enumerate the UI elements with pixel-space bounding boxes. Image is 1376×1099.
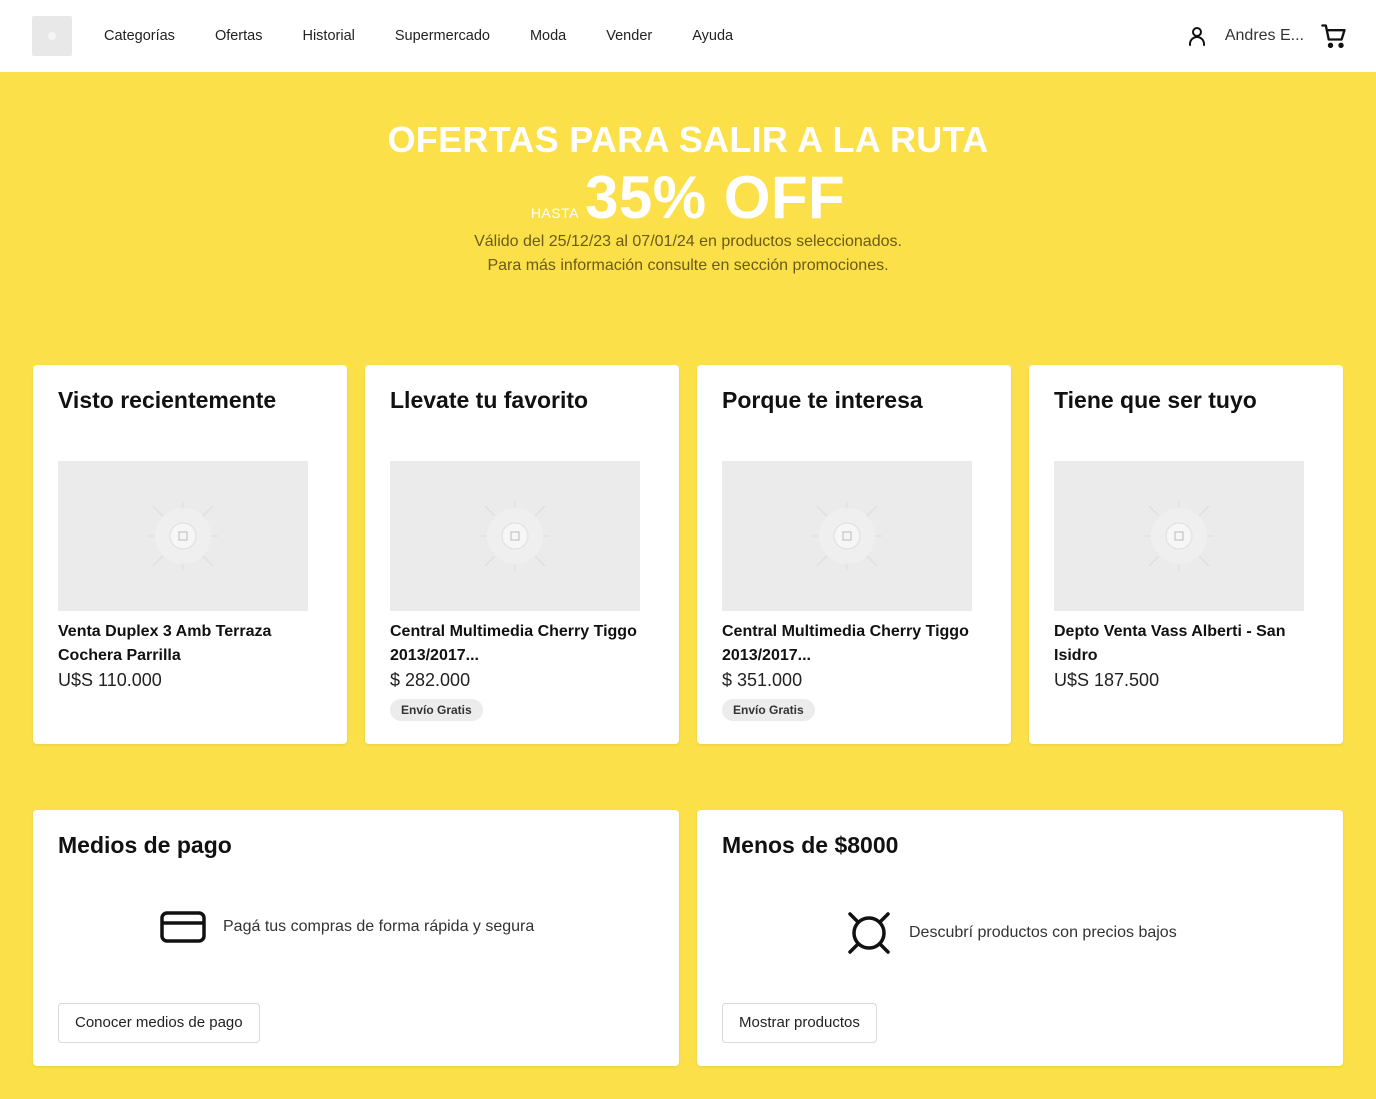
promo-info: Para más información consulte en sección… xyxy=(487,257,889,274)
product-image[interactable] xyxy=(390,461,640,611)
product-price: $ 351.000 xyxy=(722,670,803,690)
payment-methods-card: Medios de pago Pagá tus compras de forma… xyxy=(33,810,679,1066)
product-image[interactable] xyxy=(722,461,972,611)
nav-ofertas[interactable]: Ofertas xyxy=(215,28,263,44)
user-area: Andres E... xyxy=(1185,0,1348,72)
card-title: Visto recientemente xyxy=(58,387,277,413)
product-name[interactable]: Venta Duplex 3 Amb Terraza Cochera Parri… xyxy=(58,620,328,668)
currency-icon xyxy=(848,912,890,954)
card-title: Tiene que ser tuyo xyxy=(1054,387,1257,413)
card-title: Porque te interesa xyxy=(722,387,923,413)
user-icon[interactable] xyxy=(1185,24,1209,48)
promo-validity: Válido del 25/12/23 al 07/01/24 en produ… xyxy=(474,233,902,250)
image-placeholder-icon xyxy=(1144,501,1214,571)
product-image[interactable] xyxy=(1054,461,1304,611)
payment-methods-button[interactable]: Conocer medios de pago xyxy=(58,1003,260,1043)
cheap-feature: Descubrí productos con precios bajos xyxy=(846,910,1177,956)
nav-supermercado[interactable]: Supermercado xyxy=(395,28,490,44)
card-title: Menos de $8000 xyxy=(722,832,899,858)
image-placeholder-icon xyxy=(480,501,550,571)
free-shipping-badge: Envío Gratis xyxy=(390,699,483,721)
free-shipping-badge: Envío Gratis xyxy=(722,699,815,721)
card-interest[interactable]: Porque te interesa Central Multimedia Ch… xyxy=(697,365,1011,744)
logo-placeholder[interactable] xyxy=(32,16,72,56)
product-name[interactable]: Central Multimedia Cherry Tiggo 2013/201… xyxy=(722,620,992,668)
top-navbar: Categorías Ofertas Historial Supermercad… xyxy=(0,0,1376,72)
promo-until: HASTA xyxy=(530,205,579,221)
product-image[interactable] xyxy=(58,461,308,611)
cheap-text: Descubrí productos con precios bajos xyxy=(909,924,1177,941)
image-placeholder-icon xyxy=(812,501,882,571)
nav-vender[interactable]: Vender xyxy=(606,28,652,44)
user-name[interactable]: Andres E... xyxy=(1225,27,1304,45)
credit-card-icon xyxy=(160,911,206,943)
card-recently-viewed[interactable]: Visto recientemente Venta Duplex 3 Amb T… xyxy=(33,365,347,744)
promo-discount: HASTA 35% OFF xyxy=(0,166,1376,230)
image-placeholder-icon xyxy=(148,501,218,571)
payment-feature: Pagá tus compras de forma rápida y segur… xyxy=(160,910,534,944)
cheap-products-card: Menos de $8000 Descubrí productos con pr… xyxy=(697,810,1343,1066)
nav-categorias[interactable]: Categorías xyxy=(104,28,175,44)
product-name[interactable]: Depto Venta Vass Alberti - San Isidro xyxy=(1054,620,1324,668)
card-title: Llevate tu favorito xyxy=(390,387,589,413)
logo-dot xyxy=(48,32,56,40)
main-nav: Categorías Ofertas Historial Supermercad… xyxy=(104,0,733,72)
product-price: U$S 187.500 xyxy=(1054,670,1160,690)
promo-title: OFERTAS PARA SALIR A LA RUTA xyxy=(387,119,989,160)
card-favorite[interactable]: Llevate tu favorito Central Multimedia C… xyxy=(365,365,679,744)
cart-icon[interactable] xyxy=(1320,22,1348,50)
nav-historial[interactable]: Historial xyxy=(302,28,354,44)
card-title: Medios de pago xyxy=(58,832,232,858)
payment-text: Pagá tus compras de forma rápida y segur… xyxy=(223,918,535,935)
product-price: U$S 110.000 xyxy=(58,670,162,690)
promo-banner: OFERTAS PARA SALIR A LA RUTA HASTA 35% OF… xyxy=(0,120,1376,278)
product-price: $ 282.000 xyxy=(390,670,471,690)
nav-ayuda[interactable]: Ayuda xyxy=(692,28,733,44)
nav-moda[interactable]: Moda xyxy=(530,28,566,44)
product-name[interactable]: Central Multimedia Cherry Tiggo 2013/201… xyxy=(390,620,660,668)
promo-percent: 35% OFF xyxy=(584,164,846,231)
card-must-have[interactable]: Tiene que ser tuyo Depto Venta Vass Albe… xyxy=(1029,365,1343,744)
show-products-button[interactable]: Mostrar productos xyxy=(722,1003,877,1043)
